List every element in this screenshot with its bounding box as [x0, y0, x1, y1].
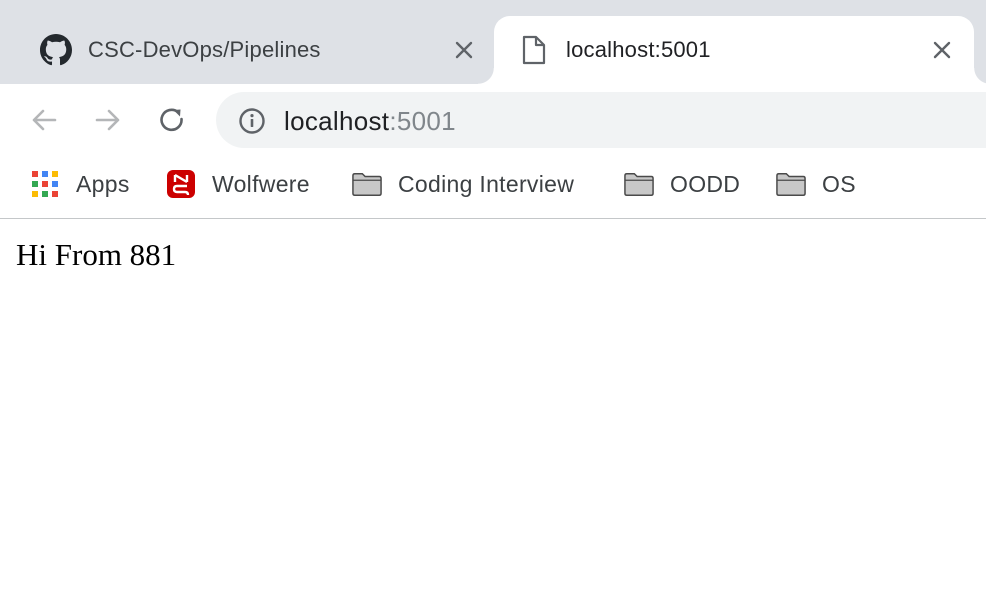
page-content: Hi From 881	[0, 220, 986, 612]
bookmark-label: Coding Interview	[398, 170, 575, 197]
close-icon[interactable]	[930, 38, 954, 62]
bookmark-label: OS	[822, 170, 856, 197]
bookmark-apps[interactable]: Apps	[30, 169, 130, 199]
folder-icon	[776, 169, 806, 199]
bookmark-oodd[interactable]: OODD	[624, 169, 740, 199]
bookmark-wolfwere[interactable]: Wolfwere	[166, 169, 310, 199]
ncstate-logo-icon	[166, 169, 196, 199]
close-icon[interactable]	[452, 38, 476, 62]
address-bar[interactable]: localhost:5001	[216, 92, 986, 148]
bookmark-label: Apps	[76, 170, 130, 197]
folder-icon	[352, 169, 382, 199]
back-arrow-icon[interactable]	[28, 104, 60, 136]
bookmark-os[interactable]: OS	[776, 169, 856, 199]
bookmark-label: Wolfwere	[212, 170, 310, 197]
tab-title: CSC-DevOps/Pipelines	[88, 37, 321, 62]
url-text[interactable]: localhost:5001	[284, 106, 456, 136]
tab-title: localhost:5001	[566, 37, 711, 62]
url-port: :5001	[389, 106, 456, 136]
bookmark-coding-interview[interactable]: Coding Interview	[352, 169, 574, 199]
tab-strip: CSC-DevOps/Pipelines localhost:5001	[0, 0, 986, 84]
browser-toolbar: localhost:5001	[0, 84, 986, 156]
bookmark-label: OODD	[670, 170, 741, 197]
page-body-text: Hi From 881	[16, 237, 177, 272]
tab-github-pipelines[interactable]: CSC-DevOps/Pipelines	[0, 16, 494, 84]
info-icon[interactable]	[238, 107, 266, 135]
url-host: localhost	[284, 106, 390, 136]
document-icon	[518, 34, 550, 66]
tab-localhost[interactable]: localhost:5001	[478, 16, 986, 84]
github-icon	[40, 34, 72, 66]
bookmarks-bar: Apps Wolfwere Coding Interview OODD OS	[0, 156, 986, 219]
forward-arrow-icon[interactable]	[92, 104, 124, 136]
folder-icon	[624, 169, 654, 199]
reload-icon[interactable]	[156, 104, 188, 136]
apps-grid-icon	[30, 169, 60, 199]
